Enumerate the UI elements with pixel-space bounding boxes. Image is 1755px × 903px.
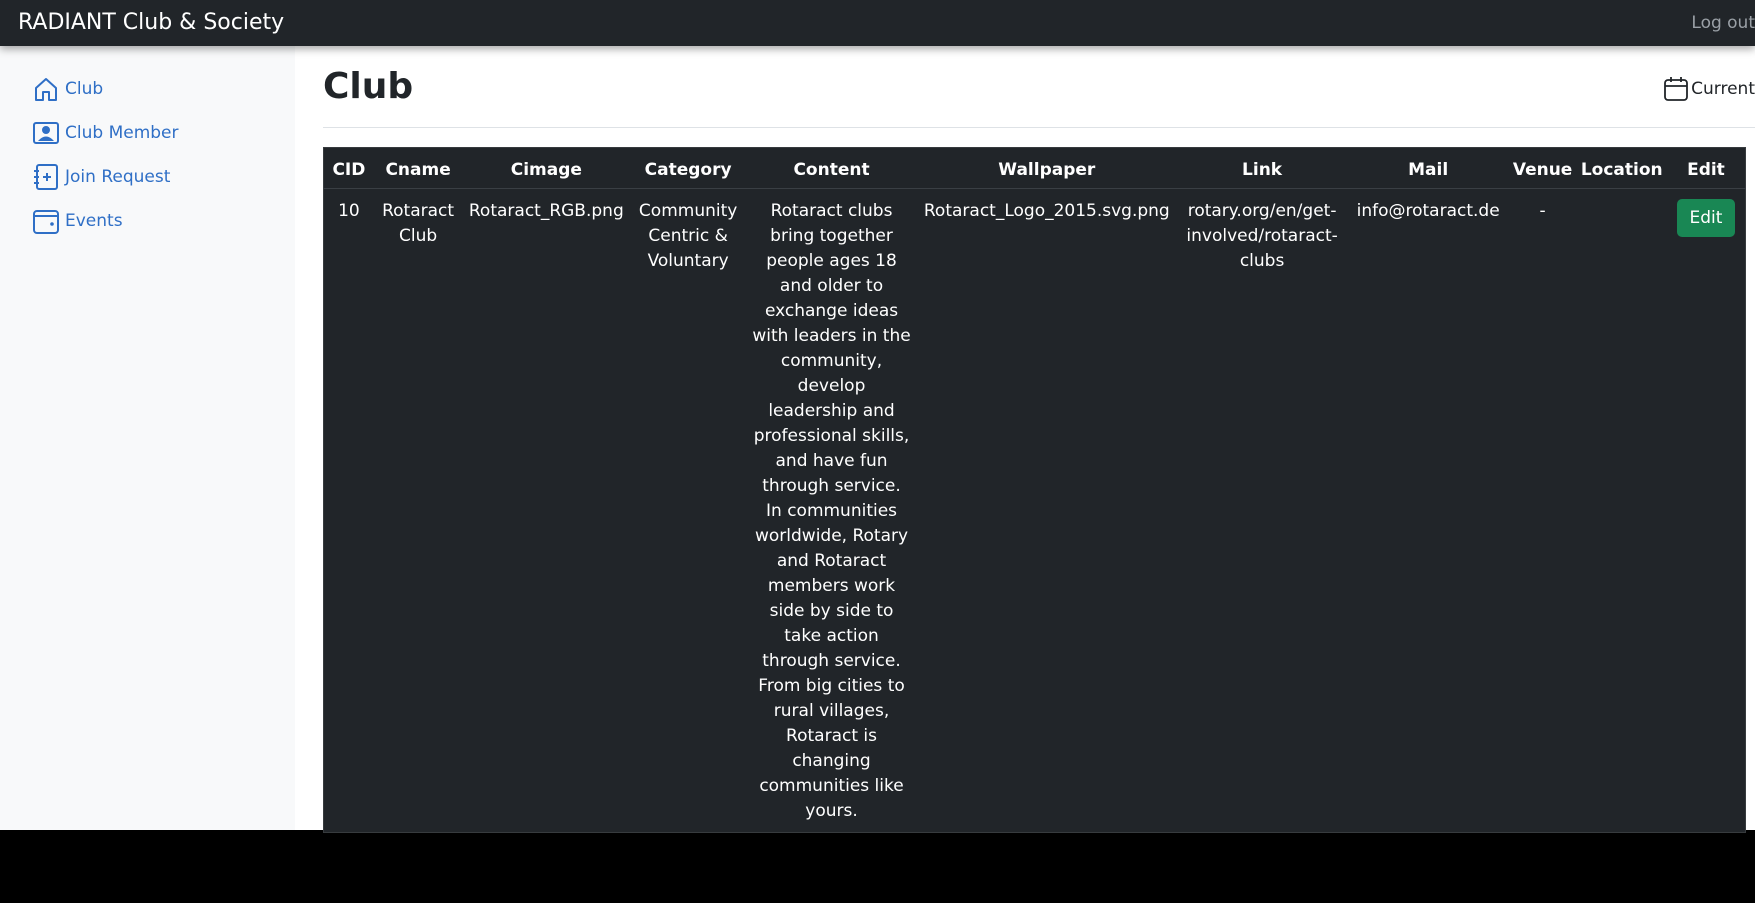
logout-link[interactable]: Log out bbox=[1691, 13, 1755, 33]
club-table-wrapper: CID Cname Cimage Category Content Wallpa… bbox=[323, 147, 1746, 833]
column-header-link: Link bbox=[1176, 147, 1348, 189]
column-header-category: Category bbox=[630, 147, 746, 189]
table-header-row: CID Cname Cimage Category Content Wallpa… bbox=[323, 147, 1746, 189]
column-header-cname: Cname bbox=[373, 147, 463, 189]
cell-location bbox=[1577, 189, 1667, 833]
sidebar-item-label: Events bbox=[65, 211, 123, 231]
column-header-mail: Mail bbox=[1347, 147, 1509, 189]
sidebar: Club Club Member Join Request Events bbox=[0, 46, 295, 830]
column-header-venue: Venue bbox=[1508, 147, 1577, 189]
column-header-edit: Edit bbox=[1666, 147, 1746, 189]
sidebar-item-label: Join Request bbox=[65, 167, 171, 187]
cell-link: rotary.org/en/get-involved/rotaract-club… bbox=[1186, 201, 1338, 271]
title-divider bbox=[323, 127, 1755, 128]
cell-cimage: Rotaract_RGB.png bbox=[468, 201, 624, 221]
house-icon bbox=[35, 78, 57, 101]
page-title: Club bbox=[323, 66, 414, 107]
journal-plus-icon bbox=[34, 164, 58, 190]
column-header-content: Content bbox=[745, 147, 918, 189]
table-row: 10 Rotaract Club Rotaract_RGB.png Commun… bbox=[324, 189, 1746, 833]
current-button[interactable]: Current bbox=[1663, 76, 1755, 102]
cell-mail: info@rotaract.de bbox=[1356, 201, 1500, 221]
sidebar-item-club[interactable]: Club bbox=[32, 74, 103, 104]
cell-wallpaper: Rotaract_Logo_2015.svg.png bbox=[923, 201, 1170, 221]
cell-content: Rotaract clubs bring together people age… bbox=[752, 201, 911, 821]
cell-edit: Edit bbox=[1667, 189, 1746, 833]
sidebar-item-label: Club Member bbox=[65, 123, 179, 143]
brand-title[interactable]: RADIANT Club & Society bbox=[18, 10, 284, 35]
column-header-cid: CID bbox=[323, 147, 374, 189]
top-navbar: RADIANT Club & Society Log out bbox=[0, 0, 1755, 46]
club-table: CID Cname Cimage Category Content Wallpa… bbox=[323, 147, 1746, 833]
wallet-icon bbox=[33, 210, 59, 234]
calendar-icon bbox=[1664, 77, 1689, 101]
cell-venue: - bbox=[1539, 201, 1546, 221]
person-badge-icon bbox=[33, 122, 59, 144]
sidebar-item-events[interactable]: Events bbox=[32, 206, 123, 236]
column-header-cimage: Cimage bbox=[462, 147, 631, 189]
sidebar-item-club-member[interactable]: Club Member bbox=[32, 118, 179, 148]
edit-button[interactable]: Edit bbox=[1676, 199, 1736, 237]
column-header-location: Location bbox=[1576, 147, 1667, 189]
column-header-wallpaper: Wallpaper bbox=[917, 147, 1177, 189]
sidebar-item-label: Club bbox=[65, 79, 104, 99]
current-label: Current bbox=[1691, 79, 1755, 99]
cell-category: Community Centric & Voluntary bbox=[638, 201, 738, 271]
cell-cid: 10 bbox=[338, 201, 360, 221]
cell-cname: Rotaract Club bbox=[382, 201, 455, 246]
main-content: Club Current CID Cname Cimage Category C… bbox=[295, 46, 1755, 833]
sidebar-item-join-request[interactable]: Join Request bbox=[32, 162, 170, 192]
